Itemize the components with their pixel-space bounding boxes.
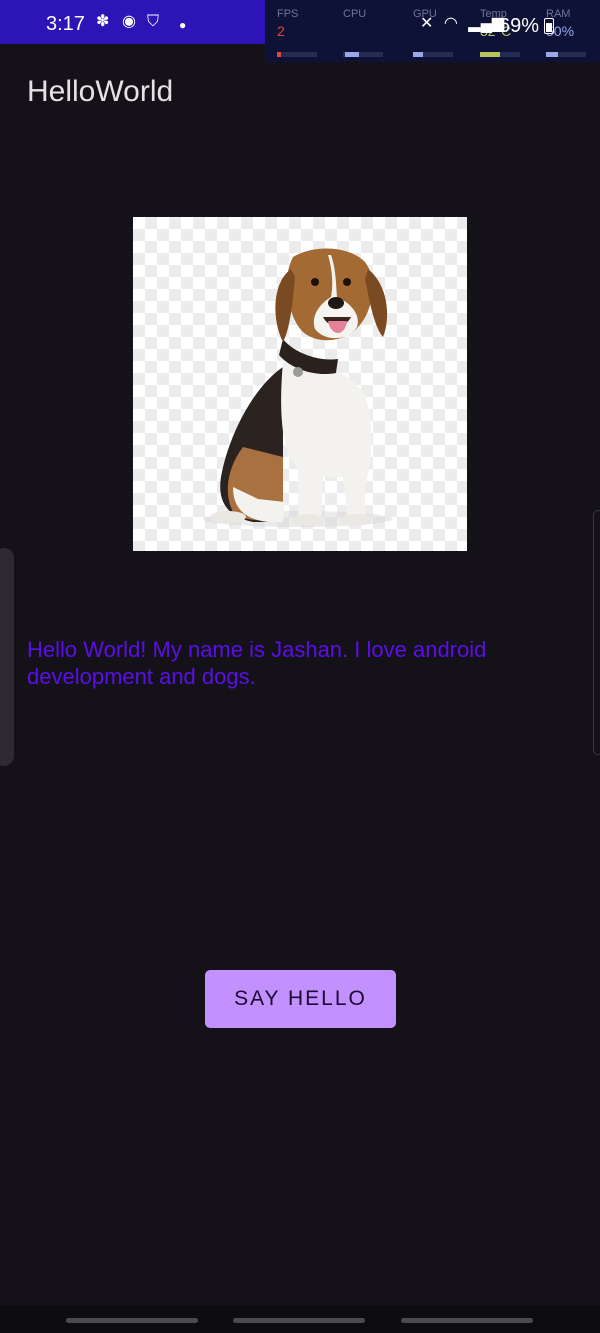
ram-meter: RAM 50%	[546, 8, 600, 39]
ram-bar	[546, 52, 586, 57]
cpu-bar	[343, 52, 383, 57]
battery-percentage: 69%	[499, 15, 540, 37]
fps-label: FPS	[277, 8, 299, 20]
fps-bar	[277, 52, 317, 57]
dog-image	[133, 217, 467, 551]
cpu-label: CPU	[343, 8, 367, 20]
dot-icon: ●	[179, 18, 187, 32]
shield-icon: ⛉	[147, 13, 160, 30]
system-icons: ✕ ◠ ▂▄▆	[420, 13, 504, 33]
nav-home-button[interactable]	[233, 1318, 365, 1323]
fps-value: 2	[277, 23, 285, 39]
chat-icon: ◉	[122, 13, 136, 30]
wifi-icon: ◠	[443, 15, 458, 32]
clock: 3:17	[46, 13, 85, 35]
status-bar-left: 3:17 ✽ ◉ ⛉ ●	[0, 0, 265, 44]
nav-back-button[interactable]	[401, 1318, 533, 1323]
app-title: HelloWorld	[27, 75, 174, 108]
edge-panel-handle-right[interactable]	[593, 510, 600, 755]
fan-icon: ✽	[96, 13, 110, 30]
cpu-meter: CPU	[343, 8, 403, 20]
say-hello-button[interactable]: Say Hello	[205, 970, 396, 1028]
intro-message: Hello World! My name is Jashan. I love a…	[27, 637, 487, 689]
navigation-bar	[0, 1305, 600, 1333]
ram-value: 50%	[546, 23, 575, 39]
fps-meter: FPS 2	[277, 8, 337, 39]
edge-panel-handle-left[interactable]	[0, 548, 14, 766]
temp-bar	[480, 52, 520, 57]
beagle-dog-illustration	[203, 248, 393, 527]
nav-recents-button[interactable]	[66, 1318, 198, 1323]
battery-icon	[544, 18, 554, 34]
mute-icon: ✕	[420, 15, 434, 32]
ram-label: RAM	[546, 8, 571, 20]
gpu-bar	[413, 52, 453, 57]
